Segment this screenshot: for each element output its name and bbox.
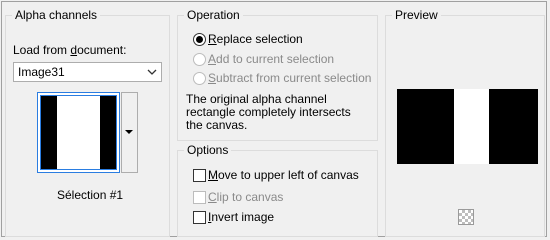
selection-dropdown-button[interactable] bbox=[121, 92, 138, 173]
radio-selected-dot bbox=[196, 36, 203, 43]
move-to-upper-left-checkbox[interactable] bbox=[193, 169, 206, 182]
selection-thumbnail-image bbox=[40, 95, 117, 170]
document-select-value: Image31 bbox=[18, 65, 65, 79]
replace-selection-radio[interactable] bbox=[193, 33, 206, 46]
operation-message: The original alpha channel rectangle com… bbox=[186, 92, 351, 132]
add-selection-label[interactable]: Add to current selection bbox=[208, 52, 334, 66]
move-to-upper-left-label[interactable]: Move to upper left of canvas bbox=[208, 168, 359, 182]
transparency-checker-icon[interactable] bbox=[458, 209, 474, 225]
invert-image-checkbox[interactable] bbox=[193, 211, 206, 224]
selection-thumbnail[interactable] bbox=[37, 92, 120, 173]
dropdown-arrow-icon bbox=[125, 130, 133, 134]
add-selection-radio[interactable] bbox=[193, 53, 206, 66]
clip-to-canvas-checkbox[interactable] bbox=[193, 191, 206, 204]
chevron-down-icon bbox=[147, 69, 157, 75]
selection-name: Sélection #1 bbox=[57, 188, 124, 202]
subtract-selection-radio[interactable] bbox=[193, 72, 206, 85]
subtract-selection-label[interactable]: Subtract from current selection bbox=[208, 71, 371, 85]
operation-title: Operation bbox=[184, 7, 243, 23]
alpha-channels-title: Alpha channels bbox=[12, 7, 101, 23]
preview-title: Preview bbox=[392, 7, 441, 23]
document-select[interactable]: Image31 bbox=[13, 62, 162, 82]
replace-selection-label[interactable]: Replace selection bbox=[208, 32, 303, 46]
options-title: Options bbox=[184, 142, 232, 158]
load-from-document-label: Load from document: bbox=[13, 43, 127, 57]
clip-to-canvas-label[interactable]: Clip to canvas bbox=[208, 190, 283, 204]
preview-image bbox=[397, 89, 538, 164]
invert-image-label[interactable]: Invert image bbox=[208, 210, 274, 224]
preview-selection-area bbox=[454, 89, 489, 164]
